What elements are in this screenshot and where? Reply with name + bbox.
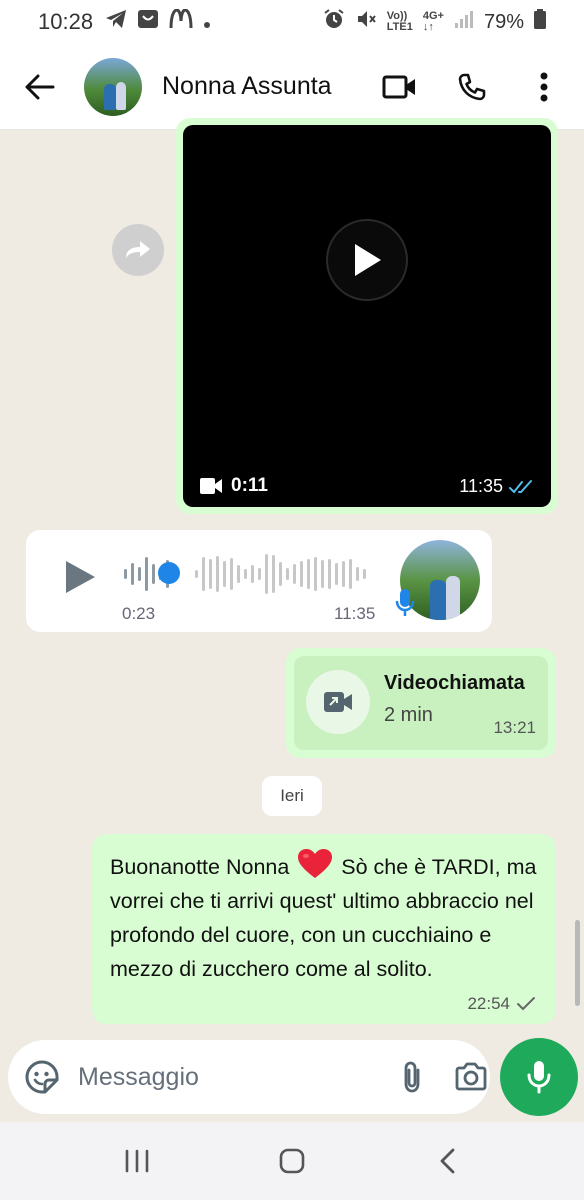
recent-apps-button[interactable] <box>107 1131 167 1191</box>
more-notifications-icon <box>203 9 211 35</box>
voice-call-button[interactable] <box>450 65 494 109</box>
system-nav-bar <box>0 1122 584 1200</box>
date-separator: Ieri <box>262 776 322 816</box>
voice-play-button[interactable] <box>60 557 100 597</box>
voice-timestamp: 11:35 <box>334 604 376 623</box>
play-icon <box>355 244 381 276</box>
video-duration: 0:11 <box>199 475 268 497</box>
single-check-icon <box>517 997 535 1011</box>
play-icon <box>66 561 95 593</box>
forward-icon <box>126 241 150 258</box>
voice-message-bubble: 0:23 11:35 <box>26 530 492 632</box>
message-text: Buonanotte Nonna Sò che è TARDI, ma vorr… <box>110 848 540 986</box>
video-camera-icon <box>200 478 222 494</box>
recents-icon <box>126 1149 149 1173</box>
telegram-icon <box>105 9 127 35</box>
sticker-icon <box>25 1060 59 1094</box>
video-call-button[interactable] <box>378 65 422 109</box>
mcdonalds-icon <box>169 8 193 35</box>
paperclip-icon <box>404 1061 420 1093</box>
data-indicator: 4G+ ↓↑ <box>422 10 444 33</box>
video-play-button[interactable] <box>326 219 408 301</box>
home-icon <box>279 1148 305 1174</box>
camera-button[interactable] <box>454 1055 488 1099</box>
voice-record-button[interactable] <box>500 1038 578 1116</box>
arrow-left-icon <box>25 74 55 99</box>
contact-name[interactable]: Nonna Assunta <box>162 72 332 101</box>
message-composer <box>8 1040 490 1114</box>
video-call-bubble[interactable]: Videochiamata 2 min 13:21 <box>286 648 556 758</box>
video-duration-label: 0:11 <box>231 475 268 496</box>
video-call-timestamp: 13:21 <box>493 718 536 737</box>
phone-icon <box>458 73 486 100</box>
video-timestamp: 11:35 <box>459 476 535 497</box>
attach-button[interactable] <box>400 1055 424 1099</box>
voice-duration: 0:23 <box>122 604 156 623</box>
more-options-button[interactable] <box>522 65 566 109</box>
video-message-bubble[interactable]: 0:11 11:35 <box>176 118 558 514</box>
message-timestamp: 22:54 <box>467 994 536 1014</box>
status-bar: 10:28 Vo)) LTE1 4G+ ↓↑ 79% <box>0 0 584 44</box>
contact-avatar[interactable] <box>84 57 142 116</box>
battery-percent: 79% <box>483 10 524 33</box>
video-call-duration: 2 min <box>384 704 433 726</box>
chevron-left-icon <box>440 1148 455 1174</box>
video-call-title: Videochiamata <box>384 672 525 694</box>
microphone-icon <box>392 586 418 620</box>
home-button[interactable] <box>262 1131 322 1191</box>
text-message-bubble[interactable]: Buonanotte Nonna Sò che è TARDI, ma vorr… <box>92 834 556 1024</box>
status-right: Vo)) LTE1 4G+ ↓↑ 79% <box>323 8 546 36</box>
volte-indicator: Vo)) LTE1 <box>386 10 413 33</box>
video-time-label: 11:35 <box>459 476 503 496</box>
system-back-button[interactable] <box>417 1131 477 1191</box>
microphone-icon <box>527 1061 551 1094</box>
shopping-bag-icon <box>137 8 159 36</box>
status-time: 10:28 <box>38 9 94 34</box>
video-thumbnail[interactable]: 0:11 11:35 <box>183 125 551 507</box>
video-camera-icon <box>382 75 415 98</box>
video-call-icon <box>306 670 370 734</box>
red-heart-icon <box>297 848 333 880</box>
alarm-icon <box>323 8 345 36</box>
notification-icons <box>105 8 211 36</box>
sticker-button[interactable] <box>24 1056 60 1098</box>
voice-seek-handle[interactable] <box>158 562 180 584</box>
more-vertical-icon <box>540 72 548 101</box>
back-button[interactable] <box>16 63 64 111</box>
message-input[interactable] <box>78 1062 400 1092</box>
signal-icon <box>454 9 474 35</box>
scrollbar[interactable] <box>575 920 580 1006</box>
mute-icon <box>355 8 377 36</box>
camera-icon <box>455 1062 487 1091</box>
double-check-read-icon <box>509 479 532 493</box>
battery-icon <box>534 9 546 35</box>
header-actions <box>378 65 566 109</box>
forward-button[interactable] <box>112 224 164 276</box>
